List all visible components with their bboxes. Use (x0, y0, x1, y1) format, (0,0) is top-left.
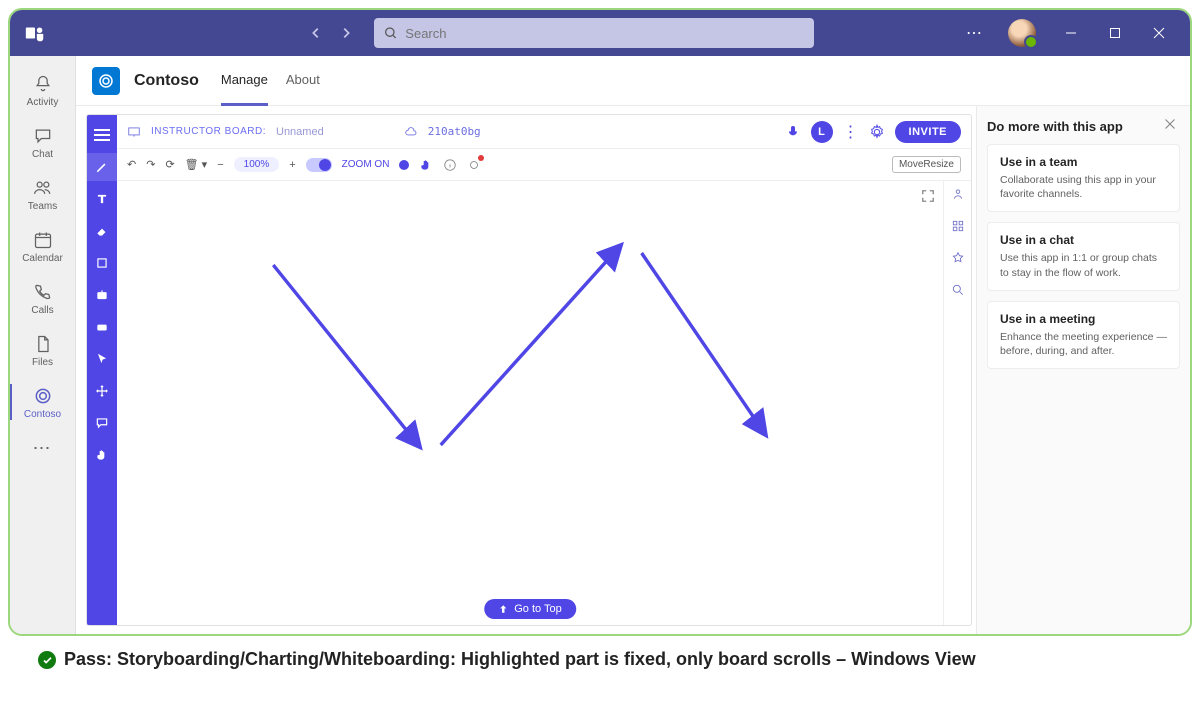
user-chip[interactable]: L (811, 121, 833, 143)
suggestion-card-team[interactable]: Use in a team Collaborate using this app… (987, 144, 1180, 212)
app-header: Contoso Manage About (76, 56, 1190, 106)
add-tool[interactable] (87, 281, 117, 309)
board-label: INSTRUCTOR BOARD: (151, 126, 266, 137)
hand-tool[interactable] (87, 441, 117, 469)
rail-item-files[interactable]: Files (10, 324, 76, 376)
go-to-top-button[interactable]: Go to Top (484, 599, 576, 619)
layers-tool[interactable] (87, 313, 117, 341)
nav-forward-button[interactable] (336, 23, 356, 43)
bell-icon (32, 73, 54, 95)
nav-back-button[interactable] (306, 23, 326, 43)
titlebar: ⋯ (10, 10, 1190, 56)
user-avatar[interactable] (1008, 19, 1036, 47)
move-tool[interactable] (87, 377, 117, 405)
rail-item-activity[interactable]: Activity (10, 64, 76, 116)
check-icon (38, 651, 56, 669)
refresh-button[interactable]: ⟳ (165, 158, 174, 171)
screenshot-frame: ⋯ Activity Chat Teams Calendar (8, 8, 1192, 636)
rail-label: Teams (28, 201, 57, 212)
contoso-app-icon (32, 385, 54, 407)
tab-about[interactable]: About (286, 56, 320, 106)
shape-tool[interactable] (87, 249, 117, 277)
pan-icon[interactable] (419, 158, 433, 172)
right-panel-title: Do more with this app (987, 119, 1123, 134)
rail-item-contoso[interactable]: Contoso (10, 376, 76, 428)
search-icon (384, 26, 397, 40)
participant-icon[interactable] (951, 187, 965, 201)
right-panel: Do more with this app Use in a team Coll… (976, 106, 1190, 634)
text-tool[interactable] (87, 185, 117, 213)
search-board-icon[interactable] (951, 283, 965, 297)
window-minimize-button[interactable] (1054, 19, 1088, 47)
undo-button[interactable]: ↶ (127, 158, 136, 171)
file-icon (32, 333, 54, 355)
rail-more-button[interactable]: ⋯ (10, 428, 76, 468)
board-icon (127, 125, 141, 139)
fullscreen-icon[interactable] (921, 189, 935, 203)
tab-manage[interactable]: Manage (221, 56, 268, 106)
whiteboard-toolbar-left (87, 115, 117, 625)
search-box[interactable] (374, 18, 814, 48)
info-icon[interactable] (443, 158, 457, 172)
search-input[interactable] (405, 26, 804, 41)
rail-label: Activity (27, 97, 59, 108)
whiteboard-rightrail (943, 181, 971, 625)
color-swatch[interactable] (399, 160, 409, 170)
whiteboard-toolbar-top: ↶ ↷ ⟳ 🗑 ▾ − 100% + ZOOM ON (117, 149, 971, 181)
people-icon (32, 177, 54, 199)
zoom-in-button[interactable]: + (289, 159, 295, 171)
suggestion-card-meeting[interactable]: Use in a meeting Enhance the meeting exp… (987, 301, 1180, 369)
rail-item-calendar[interactable]: Calendar (10, 220, 76, 272)
board-code: 210at0bg (428, 125, 481, 138)
rail-label: Chat (32, 149, 53, 160)
zoom-toggle[interactable] (306, 158, 332, 172)
rail-item-chat[interactable]: Chat (10, 116, 76, 168)
notification-icon[interactable] (467, 158, 481, 172)
rail-item-teams[interactable]: Teams (10, 168, 76, 220)
rail-item-calls[interactable]: Calls (10, 272, 76, 324)
left-rail: Activity Chat Teams Calendar Calls Files (10, 56, 76, 634)
rail-label: Files (32, 357, 53, 368)
suggestion-card-chat[interactable]: Use in a chat Use this app in 1:1 or gro… (987, 222, 1180, 290)
whiteboard-app: INSTRUCTOR BOARD: Unnamed 210at0bg L ⋮ (86, 114, 972, 626)
rail-label: Calls (31, 305, 53, 316)
whiteboard-canvas[interactable]: Go to Top (117, 181, 943, 625)
app-title: Contoso (134, 72, 199, 90)
zoom-level[interactable]: 100% (234, 157, 280, 172)
mic-icon[interactable] (785, 124, 801, 140)
window-maximize-button[interactable] (1098, 19, 1132, 47)
delete-button[interactable]: 🗑 ▾ (185, 158, 208, 171)
cloud-icon[interactable] (404, 125, 418, 139)
eraser-tool[interactable] (87, 217, 117, 245)
whiteboard-topbar: INSTRUCTOR BOARD: Unnamed 210at0bg L ⋮ (117, 115, 971, 149)
pen-tool[interactable] (87, 153, 117, 181)
redo-button[interactable]: ↷ (146, 158, 155, 171)
calendar-icon (32, 229, 54, 251)
zoom-out-button[interactable]: − (217, 159, 223, 171)
star-icon[interactable] (951, 251, 965, 265)
hamburger-button[interactable] (87, 121, 117, 149)
zoom-toggle-label: ZOOM ON (342, 159, 390, 170)
titlebar-more-button[interactable]: ⋯ (960, 23, 990, 43)
contoso-logo-icon (92, 67, 120, 95)
close-panel-button[interactable] (1164, 118, 1180, 134)
board-more-button[interactable]: ⋮ (843, 122, 859, 142)
rail-label: Contoso (24, 409, 61, 420)
pointer-tool[interactable] (87, 345, 117, 373)
arrow-up-icon (498, 604, 508, 614)
canvas-drawing (117, 181, 943, 625)
phone-icon (32, 281, 54, 303)
chat-icon (32, 125, 54, 147)
grid-icon[interactable] (951, 219, 965, 233)
window-close-button[interactable] (1142, 19, 1176, 47)
teams-logo-icon (24, 22, 46, 44)
invite-button[interactable]: INVITE (895, 121, 961, 143)
comment-tool[interactable] (87, 409, 117, 437)
gear-icon[interactable] (869, 124, 885, 140)
move-resize-button[interactable]: MoveResize (892, 156, 961, 173)
validation-caption: Pass: Storyboarding/Charting/Whiteboardi… (38, 648, 1162, 671)
rail-label: Calendar (22, 253, 63, 264)
board-name[interactable]: Unnamed (276, 126, 324, 138)
